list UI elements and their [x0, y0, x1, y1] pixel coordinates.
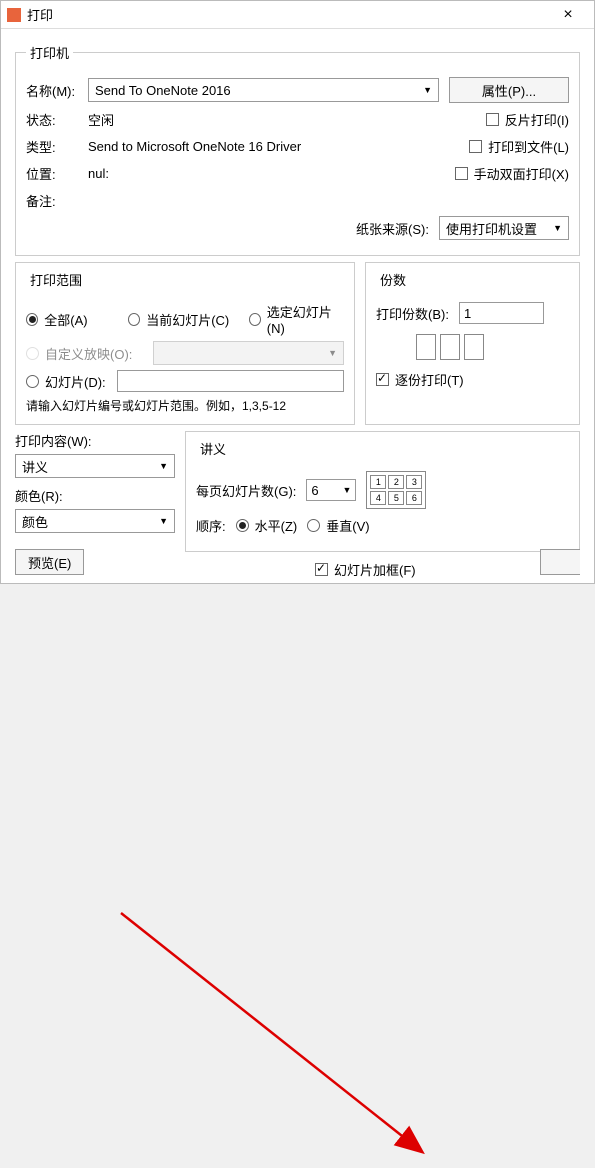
color-label: 颜色(R): [15, 486, 175, 505]
where-value: nul: [88, 166, 455, 181]
where-label: 位置: [26, 164, 88, 183]
radio-current[interactable] [128, 313, 140, 326]
collate-icon [416, 334, 569, 360]
status-label: 状态: [26, 110, 88, 129]
paper-select[interactable]: 使用打印机设置▼ [439, 216, 569, 240]
radio-selection[interactable] [249, 313, 261, 326]
range-group: 打印范围 全部(A) 当前幻灯片(C) 选定幻灯片(N) 自定义放映(O): ▼… [15, 262, 355, 425]
radio-slides[interactable] [26, 375, 39, 388]
annotation-arrow [1, 593, 595, 1168]
reverse-checkbox[interactable] [486, 113, 499, 126]
printer-group: 打印机 名称(M): Send To OneNote 2016▼ 属性(P)..… [15, 43, 580, 256]
copies-group: 份数 打印份数(B): 1 逐份打印(T) [365, 262, 580, 425]
chevron-down-icon: ▼ [423, 85, 432, 95]
range-hint: 请输入幻灯片编号或幻灯片范围。例如，1,3,5-12 [26, 397, 344, 414]
what-label: 打印内容(W): [15, 431, 175, 450]
chevron-down-icon: ▼ [553, 223, 562, 233]
handout-legend: 讲义 [196, 439, 230, 458]
range-legend: 打印范围 [26, 270, 86, 289]
custom-select: ▼ [153, 341, 344, 365]
copies-legend: 份数 [376, 270, 410, 289]
type-label: 类型: [26, 137, 88, 156]
radio-custom [26, 347, 39, 360]
manual-checkbox[interactable] [455, 167, 468, 180]
comment-label: 备注: [26, 191, 88, 210]
tofile-label: 打印到文件(L) [488, 137, 569, 156]
count-input[interactable]: 1 [459, 302, 544, 324]
name-label: 名称(M): [26, 81, 88, 100]
manual-label: 手动双面打印(X) [474, 164, 569, 183]
status-value: 空闲 [88, 110, 486, 129]
collate-label: 逐份打印(T) [395, 370, 464, 389]
properties-button[interactable]: 属性(P)... [449, 77, 569, 103]
close-button[interactable]: × [548, 6, 588, 24]
count-label: 打印份数(B): [376, 304, 449, 323]
order-label: 顺序: [196, 516, 226, 535]
tofile-checkbox[interactable] [469, 140, 482, 153]
handout-group: 讲义 每页幻灯片数(G): 6▼ 123 456 顺序: 水平(Z) 垂直(V) [185, 431, 580, 552]
slides-input[interactable] [117, 370, 344, 392]
paper-label: 纸张来源(S): [356, 219, 429, 238]
radio-all[interactable] [26, 313, 38, 326]
printer-select[interactable]: Send To OneNote 2016▼ [88, 78, 439, 102]
layout-preview-icon: 123 456 [366, 471, 426, 509]
printer-legend: 打印机 [26, 43, 73, 62]
per-label: 每页幻灯片数(G): [196, 481, 296, 500]
radio-vertical[interactable] [307, 519, 320, 532]
collate-checkbox[interactable] [376, 373, 389, 386]
what-select[interactable]: 讲义▼ [15, 454, 175, 478]
preview-button[interactable]: 预览(E) [15, 549, 84, 575]
radio-horizontal[interactable] [236, 519, 249, 532]
type-value: Send to Microsoft OneNote 16 Driver [88, 139, 469, 154]
per-select[interactable]: 6▼ [306, 479, 356, 501]
color-select[interactable]: 颜色▼ [15, 509, 175, 533]
ok-button-partial[interactable] [540, 549, 580, 575]
reverse-label: 反片打印(I) [505, 110, 569, 129]
window-title: 打印 [27, 5, 548, 24]
app-icon [7, 8, 21, 22]
